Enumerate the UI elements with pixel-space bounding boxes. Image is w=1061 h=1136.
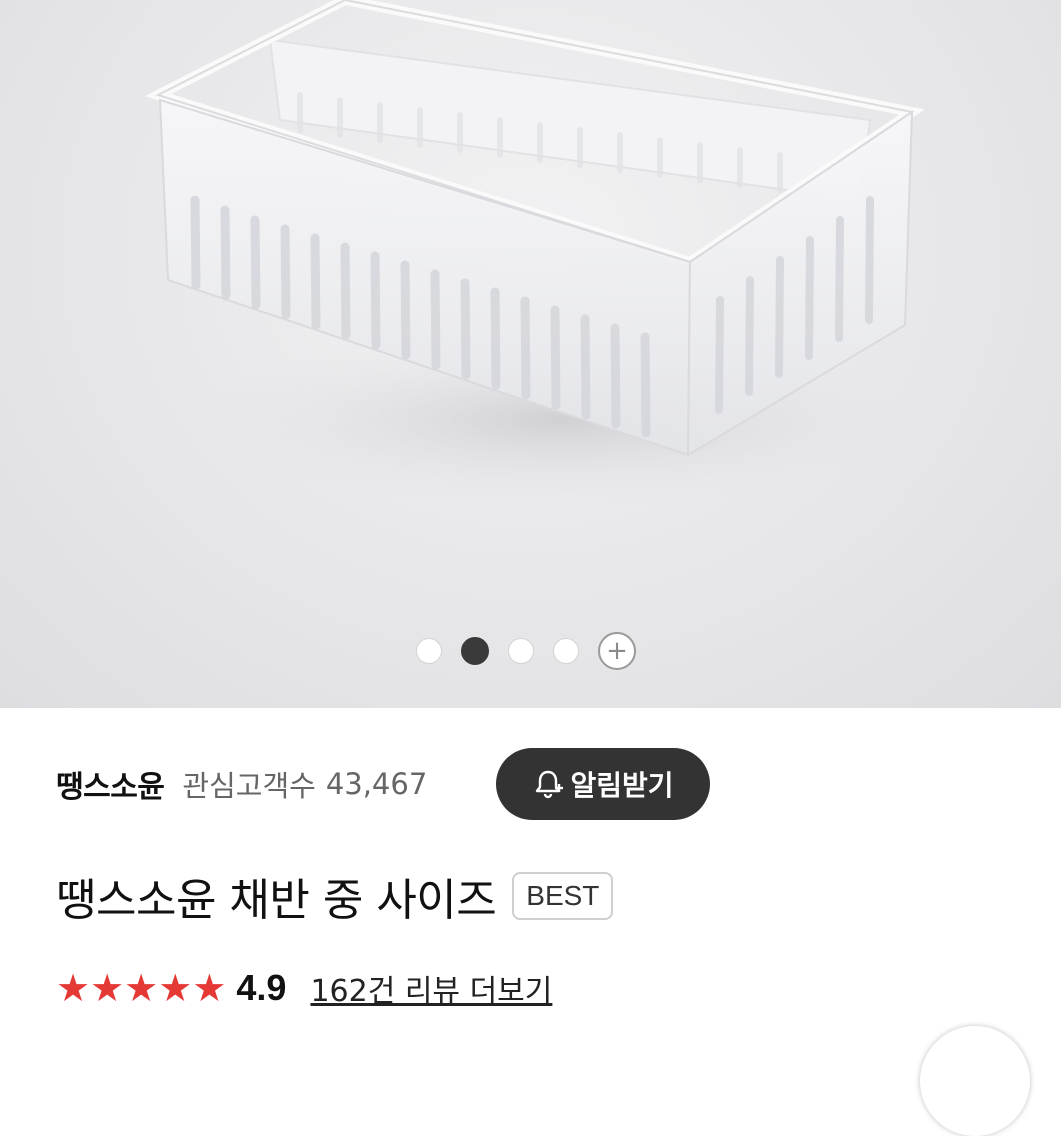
floating-button[interactable]	[920, 1026, 1030, 1136]
pagination-dot[interactable]	[416, 638, 442, 664]
best-badge: BEST	[512, 872, 614, 920]
gallery-pagination: +	[416, 632, 636, 670]
product-photo	[144, 0, 940, 510]
star-icon: ★	[56, 966, 91, 1010]
alarm-button-label: 알림받기	[570, 769, 674, 802]
star-icon: ★	[158, 966, 193, 1010]
product-title: 땡스소윤 채반 중 사이즈	[56, 875, 497, 926]
star-icon: ★	[192, 966, 227, 1010]
store-name[interactable]: 땡스소윤	[56, 762, 165, 806]
product-image-gallery[interactable]: +	[0, 0, 1061, 708]
pagination-dot[interactable]	[553, 638, 579, 664]
alarm-button[interactable]: 알림받기	[496, 748, 710, 820]
title-row: 땡스소윤 채반 중 사이즈 BEST	[56, 864, 614, 928]
product-info: 땡스소윤 관심고객수 43,467 알림받기 땡스소윤 채반 중 사이즈 BES…	[0, 708, 1061, 1136]
review-link[interactable]: 162건 리뷰 더보기	[310, 966, 552, 1010]
pagination-dot-active[interactable]	[461, 637, 489, 665]
star-icon: ★	[124, 966, 159, 1010]
fans-label: 관심고객수	[182, 769, 316, 803]
plus-circle-icon[interactable]: +	[598, 632, 636, 670]
rating-stars: ★ ★ ★ ★ ★	[56, 969, 226, 1007]
store-row: 땡스소윤 관심고객수 43,467	[56, 762, 428, 806]
rating-score: 4.9	[236, 967, 287, 1008]
rating-row: ★ ★ ★ ★ ★ 4.9 162건 리뷰 더보기	[56, 966, 552, 1010]
pagination-dot[interactable]	[508, 638, 534, 664]
star-icon: ★	[90, 966, 125, 1010]
bell-plus-icon	[536, 770, 564, 799]
fans-count: 43,467	[325, 767, 428, 801]
